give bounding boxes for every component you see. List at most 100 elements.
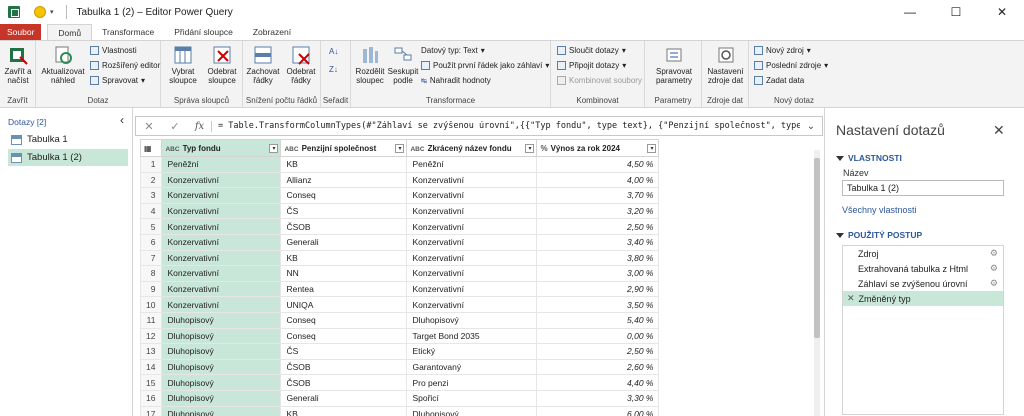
confirm-formula-icon[interactable]: ✓ xyxy=(162,120,188,133)
new-source-button[interactable]: Nový zdroj ▾ xyxy=(754,46,811,55)
cell-fund-type[interactable]: Konzervativní xyxy=(161,296,282,313)
advanced-editor-button[interactable]: Rozšířený editor xyxy=(90,61,160,70)
table-row[interactable]: 10 Konzervativní UNIQA Konzervativní 3,50 % xyxy=(140,296,660,313)
row-number[interactable]: 11 xyxy=(140,311,163,329)
merge-queries-button[interactable]: Sloučit dotazy ▾ xyxy=(557,46,626,55)
text-type-icon[interactable]: ABC xyxy=(284,146,298,153)
cell-fund-short-name[interactable]: Konzervativní xyxy=(406,187,538,204)
sort-descending-icon[interactable]: Z↓ xyxy=(329,65,338,74)
row-number[interactable]: 5 xyxy=(140,218,163,235)
text-type-icon[interactable]: ABC xyxy=(165,146,179,153)
close-apply-button[interactable]: Zavřít a načíst xyxy=(2,45,34,85)
row-number[interactable]: 15 xyxy=(140,374,163,391)
recent-sources-button[interactable]: Poslední zdroje ▾ xyxy=(754,61,828,70)
cell-fund-short-name[interactable]: Konzervativní xyxy=(406,265,538,282)
cell-fund-short-name[interactable]: Spořicí xyxy=(406,389,538,407)
cell-yield[interactable]: 2,60 % xyxy=(536,358,660,376)
cell-fund-type[interactable]: Konzervativní xyxy=(161,249,282,267)
cell-yield[interactable]: 3,00 % xyxy=(536,265,660,282)
query-item-selected[interactable]: Tabulka 1 (2) xyxy=(8,149,128,166)
fx-icon[interactable]: fx xyxy=(188,120,212,132)
tab-file[interactable]: Soubor xyxy=(0,24,42,40)
close-window-button[interactable]: ✕ xyxy=(980,0,1024,24)
table-row[interactable]: 17 Dluhopisový KB Dluhopisový 6,00 % xyxy=(140,405,660,416)
quick-access-dropdown-icon[interactable]: ▾ xyxy=(50,8,54,16)
cell-pension-company[interactable]: KB xyxy=(280,249,408,267)
applied-steps-section-header[interactable]: POUŽITÝ POSTUP xyxy=(836,230,922,240)
all-properties-link[interactable]: Všechny vlastnosti xyxy=(842,205,917,215)
manage-button[interactable]: Spravovat ▾ xyxy=(90,76,145,85)
data-type-dropdown[interactable]: Datový typ: Text ▾ xyxy=(421,46,485,55)
tab-home[interactable]: Domů xyxy=(47,24,93,40)
keep-rows-button[interactable]: Zachovat řádky xyxy=(245,45,281,85)
split-column-button[interactable]: Rozdělit sloupec xyxy=(353,45,387,85)
row-number[interactable]: 16 xyxy=(140,389,163,407)
row-number[interactable]: 17 xyxy=(140,405,163,416)
gear-icon[interactable]: ⚙ xyxy=(990,278,998,289)
row-number[interactable]: 7 xyxy=(140,249,163,267)
collapse-pane-icon[interactable]: ‹ xyxy=(120,113,124,127)
replace-values-button[interactable]: ↹ Nahradit hodnoty xyxy=(421,76,491,85)
row-number[interactable]: 4 xyxy=(140,202,163,220)
cell-fund-type[interactable]: Konzervativní xyxy=(161,187,282,204)
cell-pension-company[interactable]: Allianz xyxy=(280,171,408,189)
scrollbar-thumb[interactable] xyxy=(814,158,820,338)
delete-step-icon[interactable]: ✕ xyxy=(847,293,855,304)
table-row[interactable]: 5 Konzervativní ČSOB Konzervativní 2,50 % xyxy=(140,218,660,235)
cell-yield[interactable]: 4,00 % xyxy=(536,171,660,189)
cell-fund-short-name[interactable]: Konzervativní xyxy=(406,233,538,251)
append-queries-button[interactable]: Připojit dotazy ▾ xyxy=(557,61,626,70)
cell-yield[interactable]: 5,40 % xyxy=(536,311,660,329)
table-row[interactable]: 13 Dluhopisový ČS Etický 2,50 % xyxy=(140,343,660,360)
manage-parameters-button[interactable]: Spravovat parametry xyxy=(648,45,700,85)
cell-yield[interactable]: 0,00 % xyxy=(536,327,660,345)
enter-data-button[interactable]: Zadat data xyxy=(754,76,804,85)
column-header[interactable]: % Výnos za rok 2024 ▾ xyxy=(536,139,660,157)
table-row[interactable]: 8 Konzervativní NN Konzervativní 3,00 % xyxy=(140,265,660,282)
row-number[interactable]: 9 xyxy=(140,280,163,298)
cell-pension-company[interactable]: Conseq xyxy=(280,327,408,345)
cell-fund-type[interactable]: Konzervativní xyxy=(161,265,282,282)
cell-fund-short-name[interactable]: Dluhopisový xyxy=(406,311,538,329)
query-name-input[interactable]: Tabulka 1 (2) xyxy=(842,180,1004,196)
cell-fund-short-name[interactable]: Dluhopisový xyxy=(406,405,538,416)
use-first-row-button[interactable]: Použít první řádek jako záhlaví ▾ xyxy=(421,61,549,70)
cell-pension-company[interactable]: NN xyxy=(280,265,408,282)
cell-fund-short-name[interactable]: Konzervativní xyxy=(406,296,538,313)
table-row[interactable]: 6 Konzervativní Generali Konzervativní 3,40 … xyxy=(140,233,660,251)
table-row[interactable]: 7 Konzervativní KB Konzervativní 3,80 % xyxy=(140,249,660,267)
combine-files-button[interactable]: Kombinovat soubory xyxy=(557,76,642,85)
cell-yield[interactable]: 2,90 % xyxy=(536,280,660,298)
percent-type-icon[interactable]: % xyxy=(540,144,547,153)
cell-pension-company[interactable]: KB xyxy=(280,156,408,173)
cell-yield[interactable]: 2,50 % xyxy=(536,343,660,360)
table-row[interactable]: 12 Dluhopisový Conseq Target Bond 2035 0,00 … xyxy=(140,327,660,345)
remove-columns-button[interactable]: Odebrat sloupce xyxy=(203,45,241,85)
cell-fund-type[interactable]: Dluhopisový xyxy=(161,311,282,329)
refresh-preview-button[interactable]: Aktualizovat náhled xyxy=(39,45,87,85)
tab-view[interactable]: Zobrazení xyxy=(243,24,301,40)
cell-fund-short-name[interactable]: Garantovaný xyxy=(406,358,538,376)
cell-pension-company[interactable]: ČSOB xyxy=(280,218,408,235)
row-number[interactable]: 2 xyxy=(140,171,163,189)
cell-pension-company[interactable]: Conseq xyxy=(280,311,408,329)
row-number[interactable]: 8 xyxy=(140,265,163,282)
table-row[interactable]: 15 Dluhopisový ČSOB Pro penzi 4,40 % xyxy=(140,374,660,391)
text-type-icon[interactable]: ABC xyxy=(410,146,424,153)
cell-fund-type[interactable]: Peněžní xyxy=(161,156,282,173)
cell-fund-type[interactable]: Konzervativní xyxy=(161,218,282,235)
filter-dropdown-icon[interactable]: ▾ xyxy=(269,144,279,153)
filter-dropdown-icon[interactable]: ▾ xyxy=(395,144,405,153)
row-number[interactable]: 3 xyxy=(140,187,163,204)
cell-pension-company[interactable]: ČS xyxy=(280,202,408,220)
table-row[interactable]: 14 Dluhopisový ČSOB Garantovaný 2,60 % xyxy=(140,358,660,376)
table-row[interactable]: 2 Konzervativní Allianz Konzervativní 4,00 % xyxy=(140,171,660,189)
cell-pension-company[interactable]: ČSOB xyxy=(280,374,408,391)
cell-yield[interactable]: 3,30 % xyxy=(536,389,660,407)
cell-yield[interactable]: 3,20 % xyxy=(536,202,660,220)
expand-formula-icon[interactable]: ⌄ xyxy=(800,121,822,132)
minimize-button[interactable]: — xyxy=(888,0,932,24)
cell-yield[interactable]: 3,50 % xyxy=(536,296,660,313)
cell-fund-type[interactable]: Dluhopisový xyxy=(161,405,282,416)
table-row[interactable]: 4 Konzervativní ČS Konzervativní 3,20 % xyxy=(140,202,660,220)
